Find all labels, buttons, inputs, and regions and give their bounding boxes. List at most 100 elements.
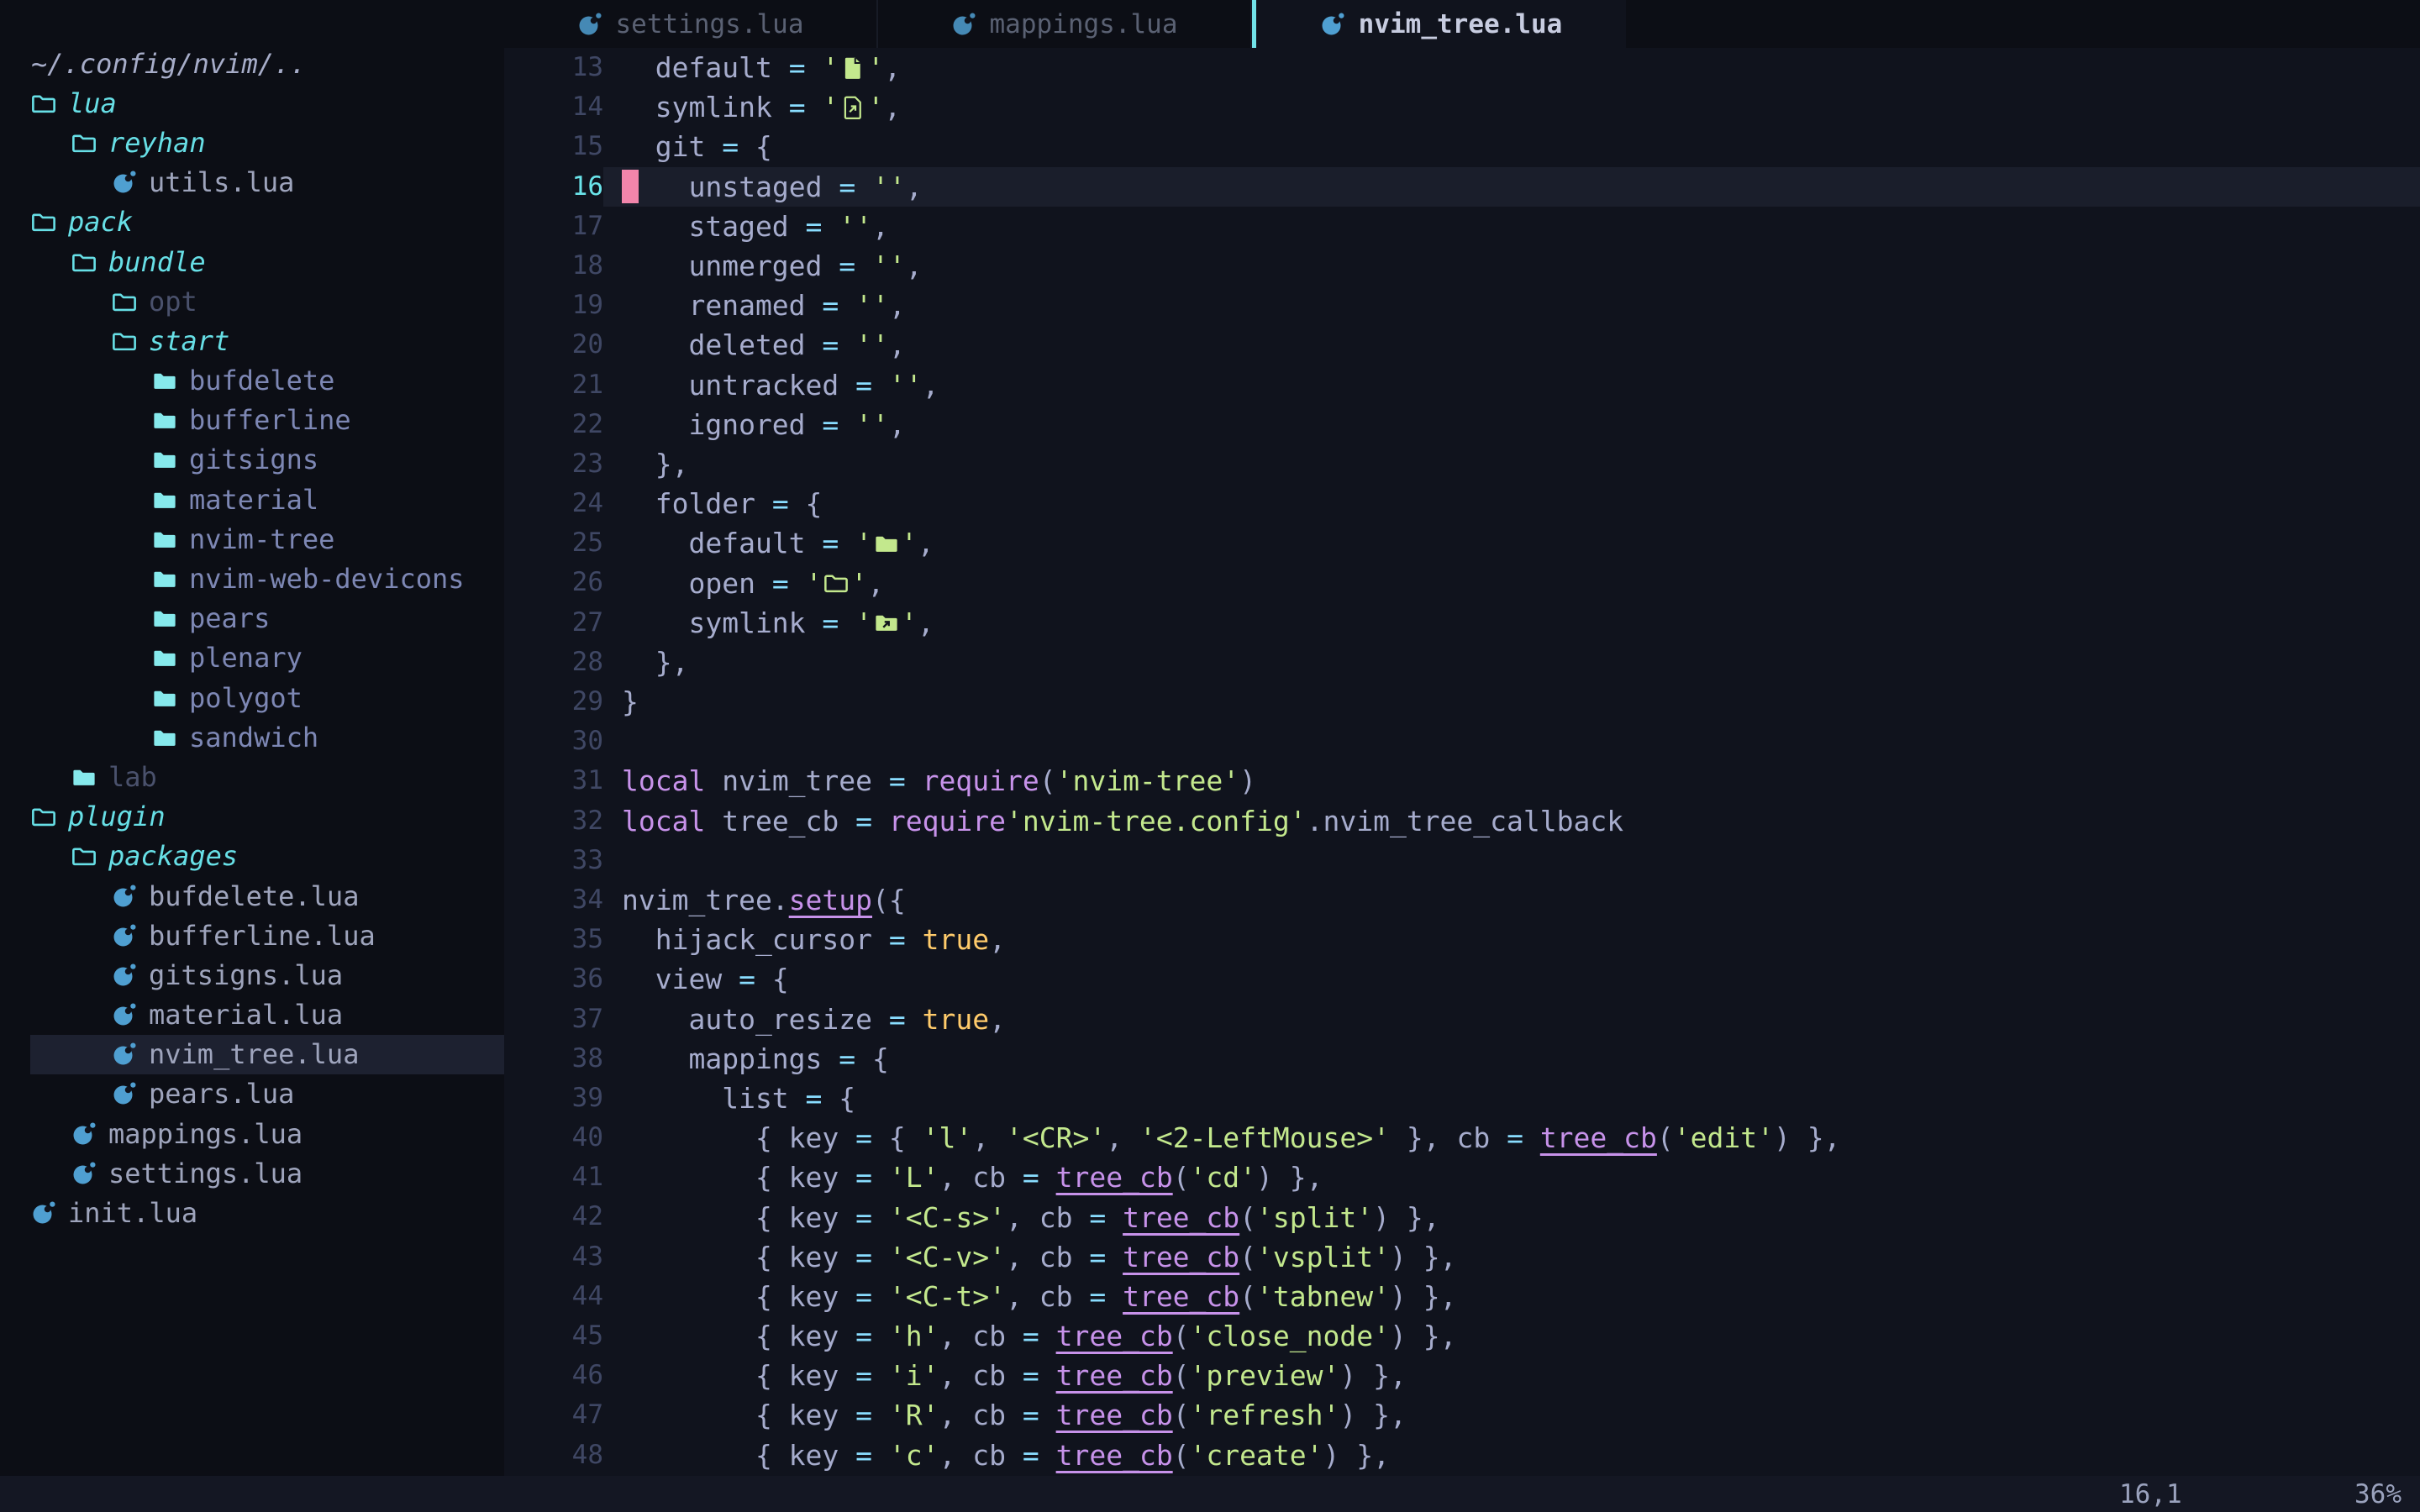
code-line-37[interactable]: 37 auto_resize = true, <box>504 1000 2420 1039</box>
tree-item-pears-lua[interactable]: pears.lua <box>0 1074 504 1114</box>
code-token <box>1039 1439 1056 1472</box>
code-token <box>872 1201 889 1234</box>
tree-item-start[interactable]: start <box>0 321 504 360</box>
tree-item-packages[interactable]: packages <box>0 837 504 876</box>
code-line-28[interactable]: 28 }, <box>504 643 2420 682</box>
tree-item-sandwich[interactable]: sandwich <box>0 717 504 757</box>
code-line-13[interactable]: 13 default = '', <box>504 48 2420 87</box>
code-line-16[interactable]: 16 unstaged = '', <box>504 167 2420 207</box>
editor-buffer[interactable]: 13 default = '',14 symlink = '',15 git =… <box>504 48 2420 1476</box>
tree-item-label: material <box>189 484 318 516</box>
tree-item-bufdelete[interactable]: bufdelete <box>0 361 504 401</box>
tree-item-lua[interactable]: lua <box>0 83 504 123</box>
code-token: nvim_tree <box>705 764 889 797</box>
code-token: ' <box>850 567 867 600</box>
tree-item-opt[interactable]: opt <box>0 281 504 321</box>
tree-item-nvim-tree-lua[interactable]: nvim_tree.lua <box>0 1035 504 1074</box>
code-token: tree_cb <box>1056 1399 1173 1431</box>
code-token <box>839 408 855 441</box>
code-line-21[interactable]: 21 untracked = '', <box>504 365 2420 405</box>
code-line-46[interactable]: 46 { key = 'i', cb = tree_cb('preview') … <box>504 1356 2420 1395</box>
code-line-45[interactable]: 45 { key = 'h', cb = tree_cb('close_node… <box>504 1316 2420 1356</box>
tree-item-pears[interactable]: pears <box>0 599 504 638</box>
code-token <box>1039 1399 1056 1431</box>
tree-item-mappings-lua[interactable]: mappings.lua <box>0 1114 504 1153</box>
tree-item-label: plugin <box>68 801 166 832</box>
code-line-25[interactable]: 25 default = '', <box>504 523 2420 563</box>
tree-item-bufdelete-lua[interactable]: bufdelete.lua <box>0 876 504 916</box>
code-line-47[interactable]: 47 { key = 'R', cb = tree_cb('refresh') … <box>504 1395 2420 1435</box>
code-line-42[interactable]: 42 { key = '<C-s>', cb = tree_cb('split'… <box>504 1197 2420 1236</box>
code-token <box>1106 1201 1123 1234</box>
code-line-19[interactable]: 19 renamed = '', <box>504 286 2420 325</box>
code-line-38[interactable]: 38 mappings = { <box>504 1039 2420 1079</box>
code-line-23[interactable]: 23 }, <box>504 444 2420 484</box>
tree-item-settings-lua[interactable]: settings.lua <box>0 1153 504 1193</box>
tree-root-path[interactable]: ~/.config/nvim/.. <box>0 44 504 83</box>
code-line-43[interactable]: 43 { key = '<C-v>', cb = tree_cb('vsplit… <box>504 1237 2420 1277</box>
code-token: ({ <box>872 884 906 916</box>
tree-item-bundle[interactable]: bundle <box>0 242 504 281</box>
tree-item-gitsigns-lua[interactable]: gitsigns.lua <box>0 955 504 995</box>
code-line-31[interactable]: 31local nvim_tree = require('nvim-tree') <box>504 761 2420 801</box>
code-text: git = { <box>603 127 2420 166</box>
code-line-20[interactable]: 20 deleted = '', <box>504 325 2420 365</box>
code-line-17[interactable]: 17 staged = '', <box>504 207 2420 246</box>
code-line-39[interactable]: 39 list = { <box>504 1079 2420 1118</box>
code-line-41[interactable]: 41 { key = 'L', cb = tree_cb('cd') }, <box>504 1158 2420 1197</box>
code-line-26[interactable]: 26 open = '', <box>504 563 2420 602</box>
folder-open-icon <box>71 843 97 869</box>
tree-item-plugin[interactable]: plugin <box>0 797 504 837</box>
code-line-40[interactable]: 40 { key = { 'l', '<CR>', '<2-LeftMouse>… <box>504 1118 2420 1158</box>
tab-label: mappings.lua <box>990 9 1178 39</box>
tree-item-label: start <box>149 325 229 357</box>
tab-settings-lua[interactable]: settings.lua <box>504 0 878 48</box>
tree-item-gitsigns[interactable]: gitsigns <box>0 440 504 480</box>
code-token: 'edit' <box>1674 1121 1774 1154</box>
code-line-33[interactable]: 33 <box>504 841 2420 880</box>
code-line-44[interactable]: 44 { key = '<C-t>', cb = tree_cb('tabnew… <box>504 1277 2420 1316</box>
tree-item-nvim-web-devicons[interactable]: nvim-web-devicons <box>0 559 504 598</box>
code-line-15[interactable]: 15 git = { <box>504 127 2420 166</box>
code-line-36[interactable]: 36 view = { <box>504 959 2420 999</box>
code-line-35[interactable]: 35 hijack_cursor = true, <box>504 920 2420 959</box>
tree-item-pack[interactable]: pack <box>0 202 504 242</box>
tree-item-label: bufdelete <box>189 365 334 396</box>
code-token: open <box>622 567 772 600</box>
code-line-14[interactable]: 14 symlink = '', <box>504 87 2420 127</box>
tree-item-reyhan[interactable]: reyhan <box>0 123 504 162</box>
code-token: '' <box>872 171 906 203</box>
code-token: , <box>884 91 901 123</box>
code-token: , cb <box>1006 1201 1089 1234</box>
code-token: '<CR>' <box>1006 1121 1106 1154</box>
code-text: { key = { 'l', '<CR>', '<2-LeftMouse>' }… <box>603 1118 2420 1158</box>
code-line-27[interactable]: 27 symlink = '', <box>504 603 2420 643</box>
tree-item-plenary[interactable]: plenary <box>0 638 504 678</box>
code-line-34[interactable]: 34nvim_tree.setup({ <box>504 880 2420 920</box>
tree-item-material-lua[interactable]: material.lua <box>0 995 504 1035</box>
tab-nvim-tree-lua[interactable]: nvim_tree.lua <box>1252 0 1626 48</box>
code-line-48[interactable]: 48 { key = 'c', cb = tree_cb('create') }… <box>504 1436 2420 1475</box>
code-line-24[interactable]: 24 folder = { <box>504 484 2420 523</box>
code-text: } <box>603 682 2420 722</box>
tab-mappings-lua[interactable]: mappings.lua <box>878 0 1252 48</box>
code-line-22[interactable]: 22 ignored = '', <box>504 405 2420 444</box>
code-token: , cb <box>939 1161 1023 1194</box>
tree-item-material[interactable]: material <box>0 480 504 519</box>
code-token: = <box>855 369 872 402</box>
lua-icon <box>1320 12 1345 37</box>
tree-item-lab[interactable]: lab <box>0 757 504 796</box>
tree-item-utils-lua[interactable]: utils.lua <box>0 163 504 202</box>
code-line-18[interactable]: 18 unmerged = '', <box>504 246 2420 286</box>
line-number: 32 <box>504 801 603 841</box>
tree-item-polygot[interactable]: polygot <box>0 678 504 717</box>
tree-item-label: pears <box>189 602 270 634</box>
tree-item-bufferline-lua[interactable]: bufferline.lua <box>0 916 504 955</box>
tree-item-bufferline[interactable]: bufferline <box>0 401 504 440</box>
code-line-30[interactable]: 30 <box>504 722 2420 761</box>
code-line-32[interactable]: 32local tree_cb = require'nvim-tree.conf… <box>504 801 2420 841</box>
code-line-29[interactable]: 29} <box>504 682 2420 722</box>
tree-item-init-lua[interactable]: init.lua <box>0 1193 504 1232</box>
tab-bar: settings.lua mappings.lua nvim_tree.lua <box>504 0 2420 48</box>
tree-item-nvim-tree[interactable]: nvim-tree <box>0 519 504 559</box>
